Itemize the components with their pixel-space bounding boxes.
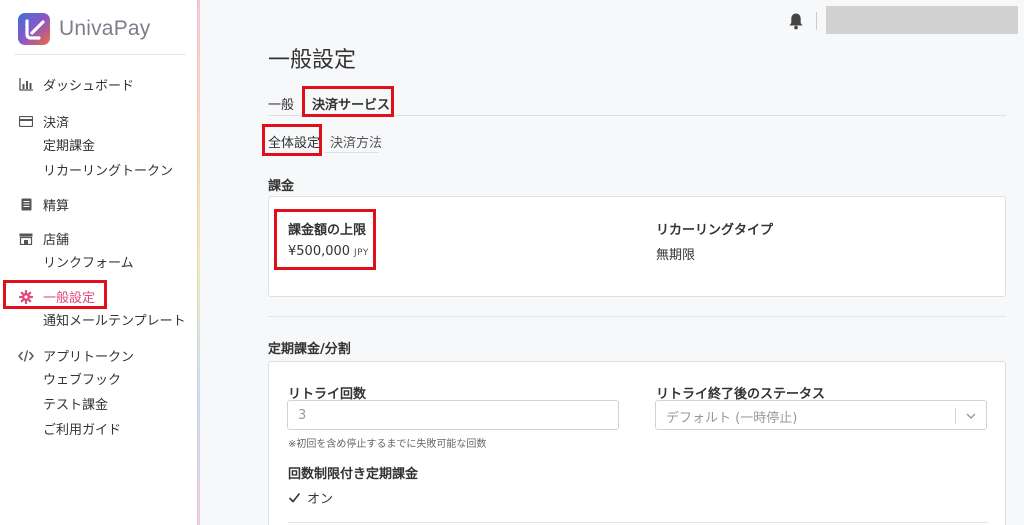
select-separator <box>955 408 956 424</box>
sidebar-item-dashboard[interactable]: ダッシュボード <box>0 72 198 97</box>
retry-status-value: デフォルト (一時停止) <box>666 411 798 426</box>
sidebar-item-payment[interactable]: 決済 <box>0 109 198 134</box>
chevron-down-icon <box>966 413 976 419</box>
check-icon <box>288 492 301 503</box>
highlight-tab-payment-service <box>302 86 394 117</box>
limited-subscription-value: オン <box>288 488 333 507</box>
logo-divider <box>14 54 186 55</box>
card-inner-divider <box>288 522 988 523</box>
page-title: 一般設定 <box>268 48 357 73</box>
sidebar-nav: ダッシュボード 決済 定期課金 リカーリングトークン 精算 店舗 リンクフォーム… <box>0 72 198 443</box>
sidebar-item-settlement[interactable]: 精算 <box>0 192 198 217</box>
subtab-underline <box>324 152 379 153</box>
chart-icon <box>18 77 34 93</box>
recurring-type-value: 無期限 <box>656 248 696 263</box>
univapay-logo-icon <box>18 13 50 45</box>
sidebar-item-store[interactable]: 店舗 <box>0 226 198 251</box>
sidebar-item-label: 店舗 <box>43 233 70 248</box>
billing-card: 課金額の上限 ¥500,000 JPY リカーリングタイプ 無期限 <box>268 196 1006 297</box>
subtab-payment-method[interactable]: 決済方法 <box>330 132 382 151</box>
recurring-type-label: リカーリングタイプ <box>656 223 774 238</box>
sidebar: UnivaPay ダッシュボード 決済 定期課金 リカーリングトークン 精算 店… <box>0 0 198 525</box>
brand-logo[interactable]: UnivaPay <box>17 11 150 47</box>
sidebar-item-recurring-token[interactable]: リカーリングトークン <box>0 159 198 184</box>
sidebar-item-label: アプリトークン <box>43 350 135 365</box>
sidebar-item-test-charge[interactable]: テスト課金 <box>0 393 198 418</box>
nav-group-payment: 決済 定期課金 リカーリングトークン <box>0 109 198 192</box>
highlight-billing-limit <box>274 209 376 270</box>
sidebar-item-email-template[interactable]: 通知メールテンプレート <box>0 309 198 334</box>
billing-section-title: 課金 <box>268 179 295 194</box>
sidebar-item-label: 精算 <box>43 199 70 214</box>
sidebar-item-app-token[interactable]: アプリトークン <box>0 343 198 368</box>
nav-group-settlement: 精算 <box>0 192 198 226</box>
store-icon <box>18 231 34 247</box>
brand-name: UnivaPay <box>59 17 151 40</box>
nav-group-app-token: アプリトークン ウェブフック テスト課金 ご利用ガイド <box>0 343 198 443</box>
subscription-section-title: 定期課金/分割 <box>268 342 351 357</box>
limited-subscription-label: 回数制限付き定期課金 <box>288 467 419 482</box>
sidebar-item-webhook[interactable]: ウェブフック <box>0 368 198 393</box>
user-menu-redacted[interactable] <box>826 6 1018 34</box>
highlight-subtab-overall-settings <box>262 124 322 156</box>
highlight-sidebar-general-settings <box>3 280 107 309</box>
section-divider <box>268 316 1006 317</box>
credit-card-icon <box>18 114 34 130</box>
retry-count-input[interactable] <box>287 400 619 430</box>
topbar-separator <box>816 12 817 30</box>
retry-status-select[interactable]: デフォルト (一時停止) <box>655 400 987 430</box>
sidebar-item-guide[interactable]: ご利用ガイド <box>0 418 198 443</box>
subscription-card: リトライ回数 ※初回を含め停止するまでに失敗可能な回数 リトライ終了後のステータ… <box>268 361 1006 525</box>
nav-group-store: 店舗 リンクフォーム <box>0 226 198 284</box>
nav-group-dashboard: ダッシュボード <box>0 72 198 109</box>
code-icon <box>18 348 34 364</box>
sidebar-item-label: 決済 <box>43 116 70 131</box>
tab-general[interactable]: 一般 <box>268 94 294 113</box>
sidebar-item-link-form[interactable]: リンクフォーム <box>0 251 198 276</box>
document-icon <box>18 197 34 213</box>
retry-count-help: ※初回を含め停止するまでに失敗可能な回数 <box>288 439 487 450</box>
sidebar-accent-strip <box>197 0 200 525</box>
sidebar-item-subscription[interactable]: 定期課金 <box>0 134 198 159</box>
bell-icon[interactable] <box>788 12 804 30</box>
sidebar-item-label: ダッシュボード <box>43 79 135 94</box>
limited-subscription-state: オン <box>307 492 334 507</box>
